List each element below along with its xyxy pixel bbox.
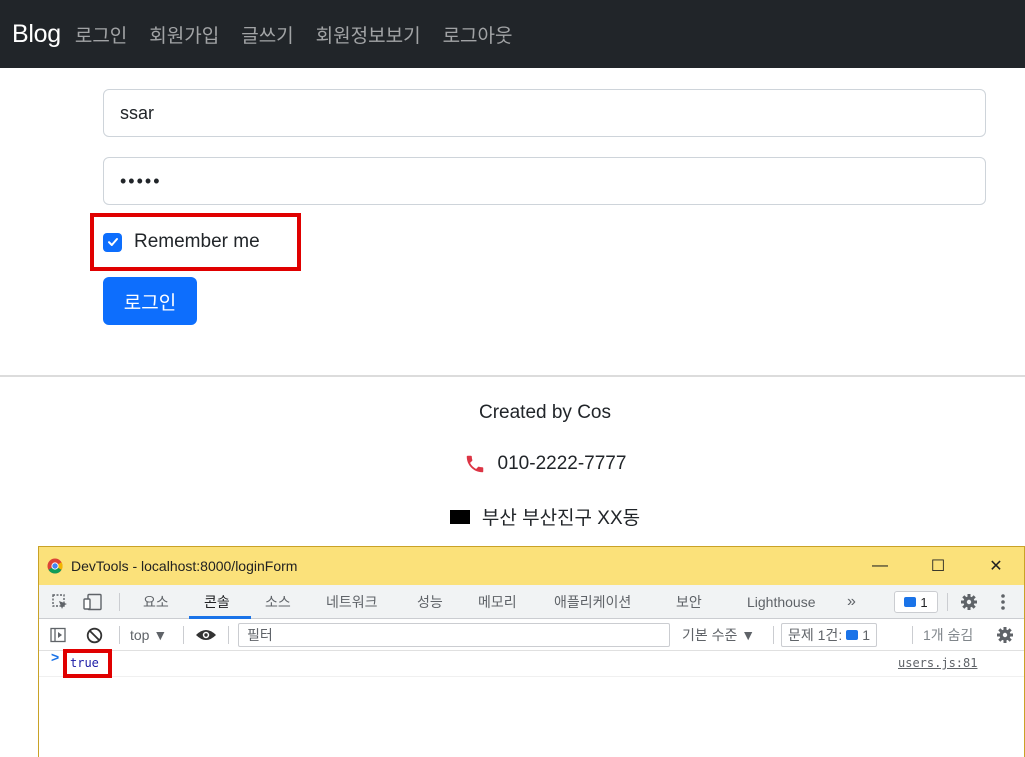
- issue-message-icon: [904, 597, 917, 607]
- close-button[interactable]: ✕: [973, 547, 1019, 585]
- nav-userinfo-link[interactable]: 회원정보보기: [316, 21, 421, 48]
- tab-sources[interactable]: 소스: [265, 585, 291, 619]
- footer-phone: 010-2222-7777: [0, 453, 1025, 475]
- nav-links: 로그인 회원가입 글쓰기 회원정보보기 로그아웃: [75, 21, 513, 48]
- nav-login-link[interactable]: 로그인: [75, 21, 127, 48]
- username-input[interactable]: ssar: [103, 89, 986, 137]
- devtools-window: DevTools - localhost:8000/loginForm — ☐ …: [38, 546, 1025, 757]
- tab-application[interactable]: 애플리케이션: [554, 585, 631, 619]
- devtools-titlebar[interactable]: DevTools - localhost:8000/loginForm — ☐ …: [39, 547, 1024, 585]
- filter-input[interactable]: 필터: [238, 623, 670, 647]
- tab-memory[interactable]: 메모리: [478, 585, 517, 619]
- highlight-box-true: [63, 649, 112, 678]
- tab-network[interactable]: 네트워크: [326, 585, 378, 619]
- issue-message-icon: [846, 630, 859, 640]
- highlight-box-remember: [90, 213, 301, 271]
- tab-performance[interactable]: 성능: [417, 585, 443, 619]
- nav-join-link[interactable]: 회원가입: [149, 21, 219, 48]
- issues-label: 문제 1건:: [788, 627, 843, 643]
- more-tabs-button[interactable]: »: [847, 585, 856, 619]
- console-log-source-link[interactable]: users.js:81: [898, 656, 977, 670]
- context-selector[interactable]: top ▼: [130, 619, 167, 651]
- phone-icon: [466, 455, 483, 473]
- tab-elements[interactable]: 요소: [143, 585, 169, 619]
- toolbar-separator: [119, 626, 120, 644]
- minimize-button[interactable]: —: [857, 547, 903, 585]
- sidebar-toggle-icon[interactable]: [50, 619, 66, 651]
- live-expression-eye-icon[interactable]: [195, 619, 217, 651]
- log-level-dropdown[interactable]: 기본 수준 ▼: [682, 619, 755, 651]
- issues-button[interactable]: 문제 1건: 1: [781, 623, 878, 647]
- toolbar-separator: [228, 626, 229, 644]
- devtools-tabbar: 요소 콘솔 소스 네트워크 성능 메모리 애플리케이션 보안 Lighthous…: [39, 585, 1024, 619]
- issues-badge-count: 1: [920, 594, 928, 610]
- tab-security[interactable]: 보안: [676, 585, 702, 619]
- footer-divider: [0, 375, 1025, 377]
- inspect-element-icon[interactable]: [51, 585, 69, 619]
- tab-console[interactable]: 콘솔: [204, 585, 230, 619]
- login-button[interactable]: 로그인: [103, 277, 197, 325]
- tab-lighthouse[interactable]: Lighthouse: [747, 585, 816, 619]
- page: Blog 로그인 회원가입 글쓰기 회원정보보기 로그아웃 ssar •••••…: [0, 0, 1025, 757]
- toolbar-separator: [912, 626, 913, 644]
- maximize-button[interactable]: ☐: [915, 547, 961, 585]
- device-toolbar-icon[interactable]: [83, 585, 103, 619]
- issues-badge[interactable]: 1: [894, 591, 938, 613]
- issues-count: 1: [862, 627, 871, 643]
- kebab-menu-icon[interactable]: [1000, 585, 1006, 619]
- tab-separator: [119, 593, 120, 611]
- navbar: Blog 로그인 회원가입 글쓰기 회원정보보기 로그아웃: [0, 0, 1025, 68]
- nav-logout-link[interactable]: 로그아웃: [443, 21, 513, 48]
- password-input[interactable]: •••••: [103, 157, 986, 205]
- address-icon: [449, 509, 470, 524]
- console-log-row: true users.js:81: [39, 649, 1024, 678]
- console-settings-gear-icon[interactable]: [996, 619, 1014, 651]
- settings-gear-icon[interactable]: [960, 585, 978, 619]
- toolbar-separator: [183, 626, 184, 644]
- brand-link[interactable]: Blog: [12, 20, 61, 49]
- toolbar-separator: [773, 626, 774, 644]
- clear-console-icon[interactable]: [86, 619, 103, 651]
- hidden-count: 1개 숨김: [923, 627, 974, 643]
- console-prompt-chevron[interactable]: >: [51, 649, 59, 665]
- footer-address-text: 부산 부산진구 XX동: [481, 508, 641, 529]
- nav-write-link[interactable]: 글쓰기: [241, 21, 293, 48]
- footer-phone-text: 010-2222-7777: [497, 453, 627, 474]
- footer-created-text: Created by Cos: [478, 402, 611, 423]
- console-toolbar: top ▼ 필터 기본 수준 ▼ 문제 1건: 1 1개 숨김: [39, 619, 1024, 651]
- footer-address: 부산 부산진구 XX동: [0, 503, 1025, 530]
- chrome-icon: [47, 558, 63, 574]
- devtools-title: DevTools - localhost:8000/loginForm: [71, 558, 298, 574]
- tab-separator: [947, 593, 948, 611]
- footer-created: Created by Cos: [0, 402, 1025, 424]
